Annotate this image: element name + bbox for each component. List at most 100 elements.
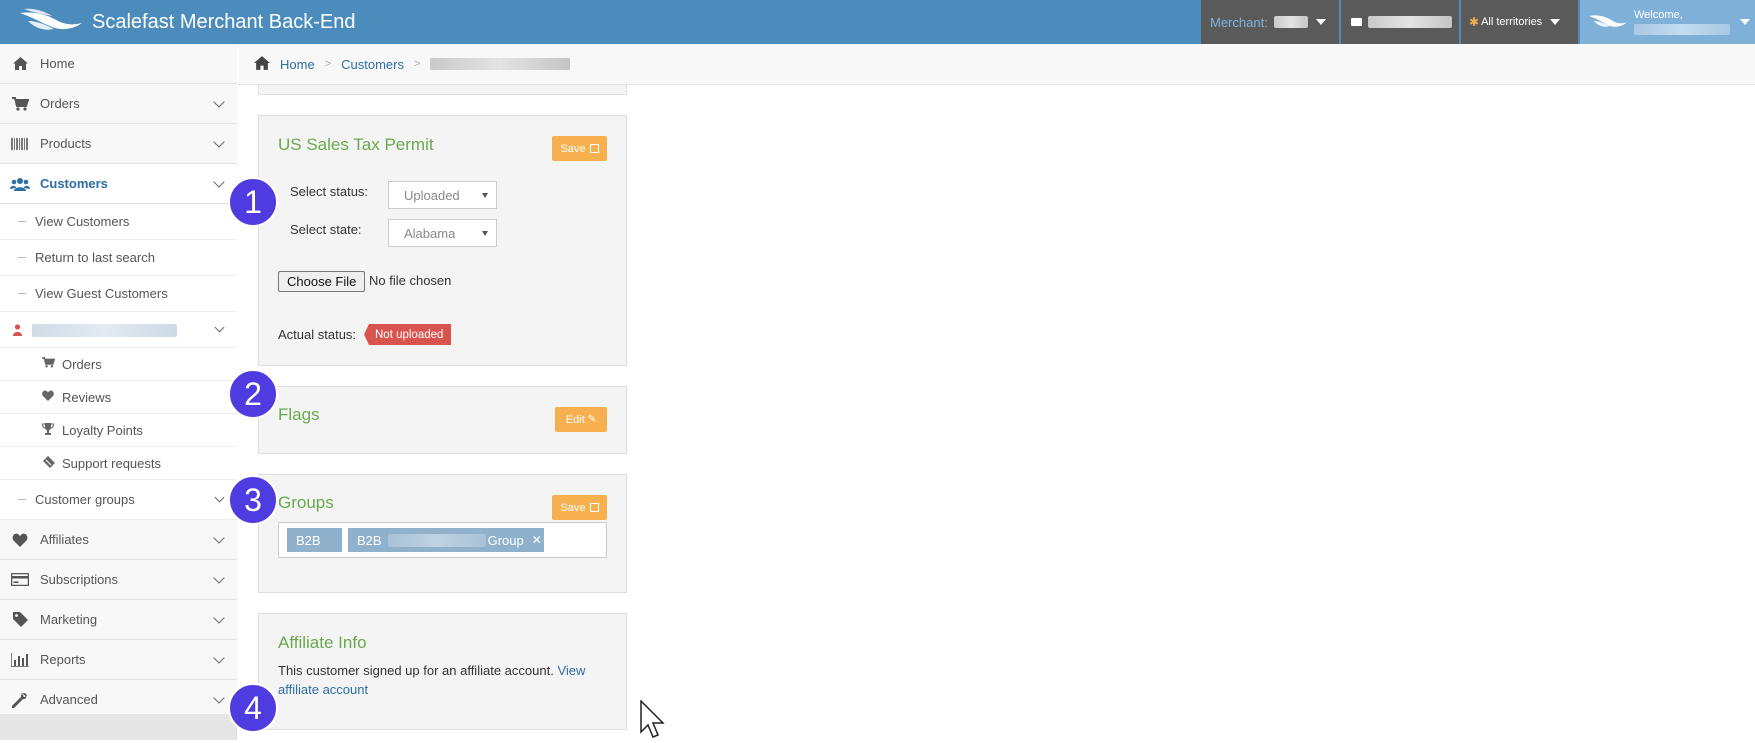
chevron-down-icon [214,492,225,503]
group-tag[interactable]: B2B [287,528,342,552]
state-label: Select state: [290,222,362,237]
choose-file-button[interactable]: Choose File [278,271,366,292]
sidebar-item-label: Advanced [40,692,98,707]
trophy-icon [40,422,56,438]
user-icon [13,324,22,336]
flags-panel: Flags Edit ✎ [258,386,627,454]
home-icon[interactable] [254,55,270,73]
chevron-down-icon [214,322,225,333]
status-label: Select status: [290,184,369,199]
group-tag-label: Group [487,532,524,548]
asterisk-icon: ✱ [1469,15,1480,29]
sidebar-subitem-view-guest-customers[interactable]: View Guest Customers [0,276,237,312]
user-avatar-icon [1588,12,1628,33]
group-name-redacted [387,533,486,547]
caret-down-icon [1315,19,1326,25]
sidebar-footer [0,714,237,740]
sidebar-subitem-label: Return to last search [35,250,155,265]
sidebar-item-reports[interactable]: Reports [0,640,237,680]
close-icon[interactable]: ✕ [532,533,542,547]
caret-down-icon [482,193,488,198]
groups-panel: Groups Save B2B B2B Group ✕ [258,474,627,593]
caret-down-icon [482,231,488,236]
sidebar-item-label: Subscriptions [40,572,119,587]
edit-label: Edit [565,413,585,426]
store-name-redacted [1368,16,1452,28]
sidebar-subsubitem-label: Loyalty Points [62,422,143,438]
sidebar-subitem-current-customer[interactable] [0,312,237,348]
sidebar-subitem-label: Customer groups [35,492,135,507]
logo-icon [18,7,84,38]
brand[interactable]: Scalefast Merchant Back-End [18,0,355,44]
step-badge-3: 3 [228,475,278,525]
sidebar-subitem-return-to-last-search[interactable]: Return to last search [0,240,237,276]
sidebar-subsubitem-label: Support requests [62,455,162,471]
heart-icon [0,533,40,547]
step-badge-1: 1 [228,177,278,227]
group-tag-label: B2B [357,532,382,548]
groups-save-button[interactable]: Save [552,495,607,520]
sidebar-item-subscriptions[interactable]: Subscriptions [0,560,237,600]
sidebar-item-affiliates[interactable]: Affiliates [0,520,237,560]
sidebar-item-products[interactable]: Products [0,124,237,164]
chevron-down-icon [213,572,225,584]
sidebar-subitem-customer-groups[interactable]: Customer groups [0,480,237,520]
sidebar-subsubitem-orders[interactable]: Orders [0,348,237,381]
user-name-redacted [1634,24,1730,35]
edit-icon: ✎ [587,414,597,425]
sidebar-item-label: Customers [40,176,108,191]
sidebar-subsubitem-loyalty-points[interactable]: Loyalty Points [0,414,237,447]
ticket-icon [40,455,56,471]
sidebar-item-label: Orders [40,96,80,111]
sidebar-subsubitem-support-requests[interactable]: Support requests [0,447,237,480]
tax-permit-panel: US Sales Tax Permit Save Select status: … [258,115,627,366]
sidebar-subitem-view-customers[interactable]: View Customers [0,204,237,240]
floppy-disk-icon [589,503,599,512]
bar-chart-icon [0,652,40,667]
groups-tag-input[interactable]: B2B B2B Group ✕ [278,522,607,558]
actual-status-label: Actual status: [278,327,357,342]
heart-icon [40,390,56,404]
group-tag[interactable]: B2B Group ✕ [348,528,544,552]
sidebar-item-label: Affiliates [40,532,89,547]
sidebar-subsubitem-label: Reviews [62,389,112,405]
users-icon [0,177,40,191]
state-select[interactable]: Alabama [388,219,497,247]
store-selector[interactable] [1341,0,1459,44]
breadcrumb-home[interactable]: Home [280,57,315,72]
chevron-down-icon [213,176,225,188]
floppy-disk-icon [589,144,599,153]
briefcase-icon [1351,18,1362,26]
breadcrumb: Home > Customers > [238,44,1755,85]
save-label: Save [560,142,586,155]
top-bar: Scalefast Merchant Back-End Merchant: ✱ … [0,0,1755,44]
merchant-selector[interactable]: Merchant: [1201,0,1339,44]
affiliate-description: This customer signed up for an affiliate… [278,663,554,678]
home-icon [0,57,40,70]
chevron-down-icon [213,612,225,624]
affiliate-panel: Affiliate Info This customer signed up f… [258,613,627,730]
flags-edit-button[interactable]: Edit ✎ [555,407,607,432]
status-select[interactable]: Uploaded [388,181,497,209]
step-badge-4: 4 [228,683,278,733]
mouse-cursor-icon [640,699,666,743]
sidebar: Home Orders Products Customers View Cust… [0,44,237,720]
territory-selector[interactable]: ✱ All territories [1461,0,1578,44]
sidebar-item-home[interactable]: Home [0,44,237,84]
sidebar-subsubitem-reviews[interactable]: Reviews [0,381,237,414]
affiliate-info-text: This customer signed up for an affiliate… [278,661,608,699]
sidebar-item-customers[interactable]: Customers [0,164,237,204]
file-status: No file chosen [369,273,452,288]
sidebar-item-label: Reports [40,652,86,667]
caret-down-icon [1550,19,1561,25]
sidebar-item-label: Marketing [40,612,98,627]
tax-permit-save-button[interactable]: Save [552,136,607,161]
sidebar-subsubitem-label: Orders [62,356,102,372]
breadcrumb-customer-redacted [430,58,571,70]
tag-icon [0,612,40,627]
sidebar-item-marketing[interactable]: Marketing [0,600,237,640]
sidebar-item-orders[interactable]: Orders [0,84,237,124]
breadcrumb-customers[interactable]: Customers [341,57,404,72]
user-menu[interactable]: Welcome, [1580,0,1755,44]
breadcrumb-separator: > [413,58,421,70]
